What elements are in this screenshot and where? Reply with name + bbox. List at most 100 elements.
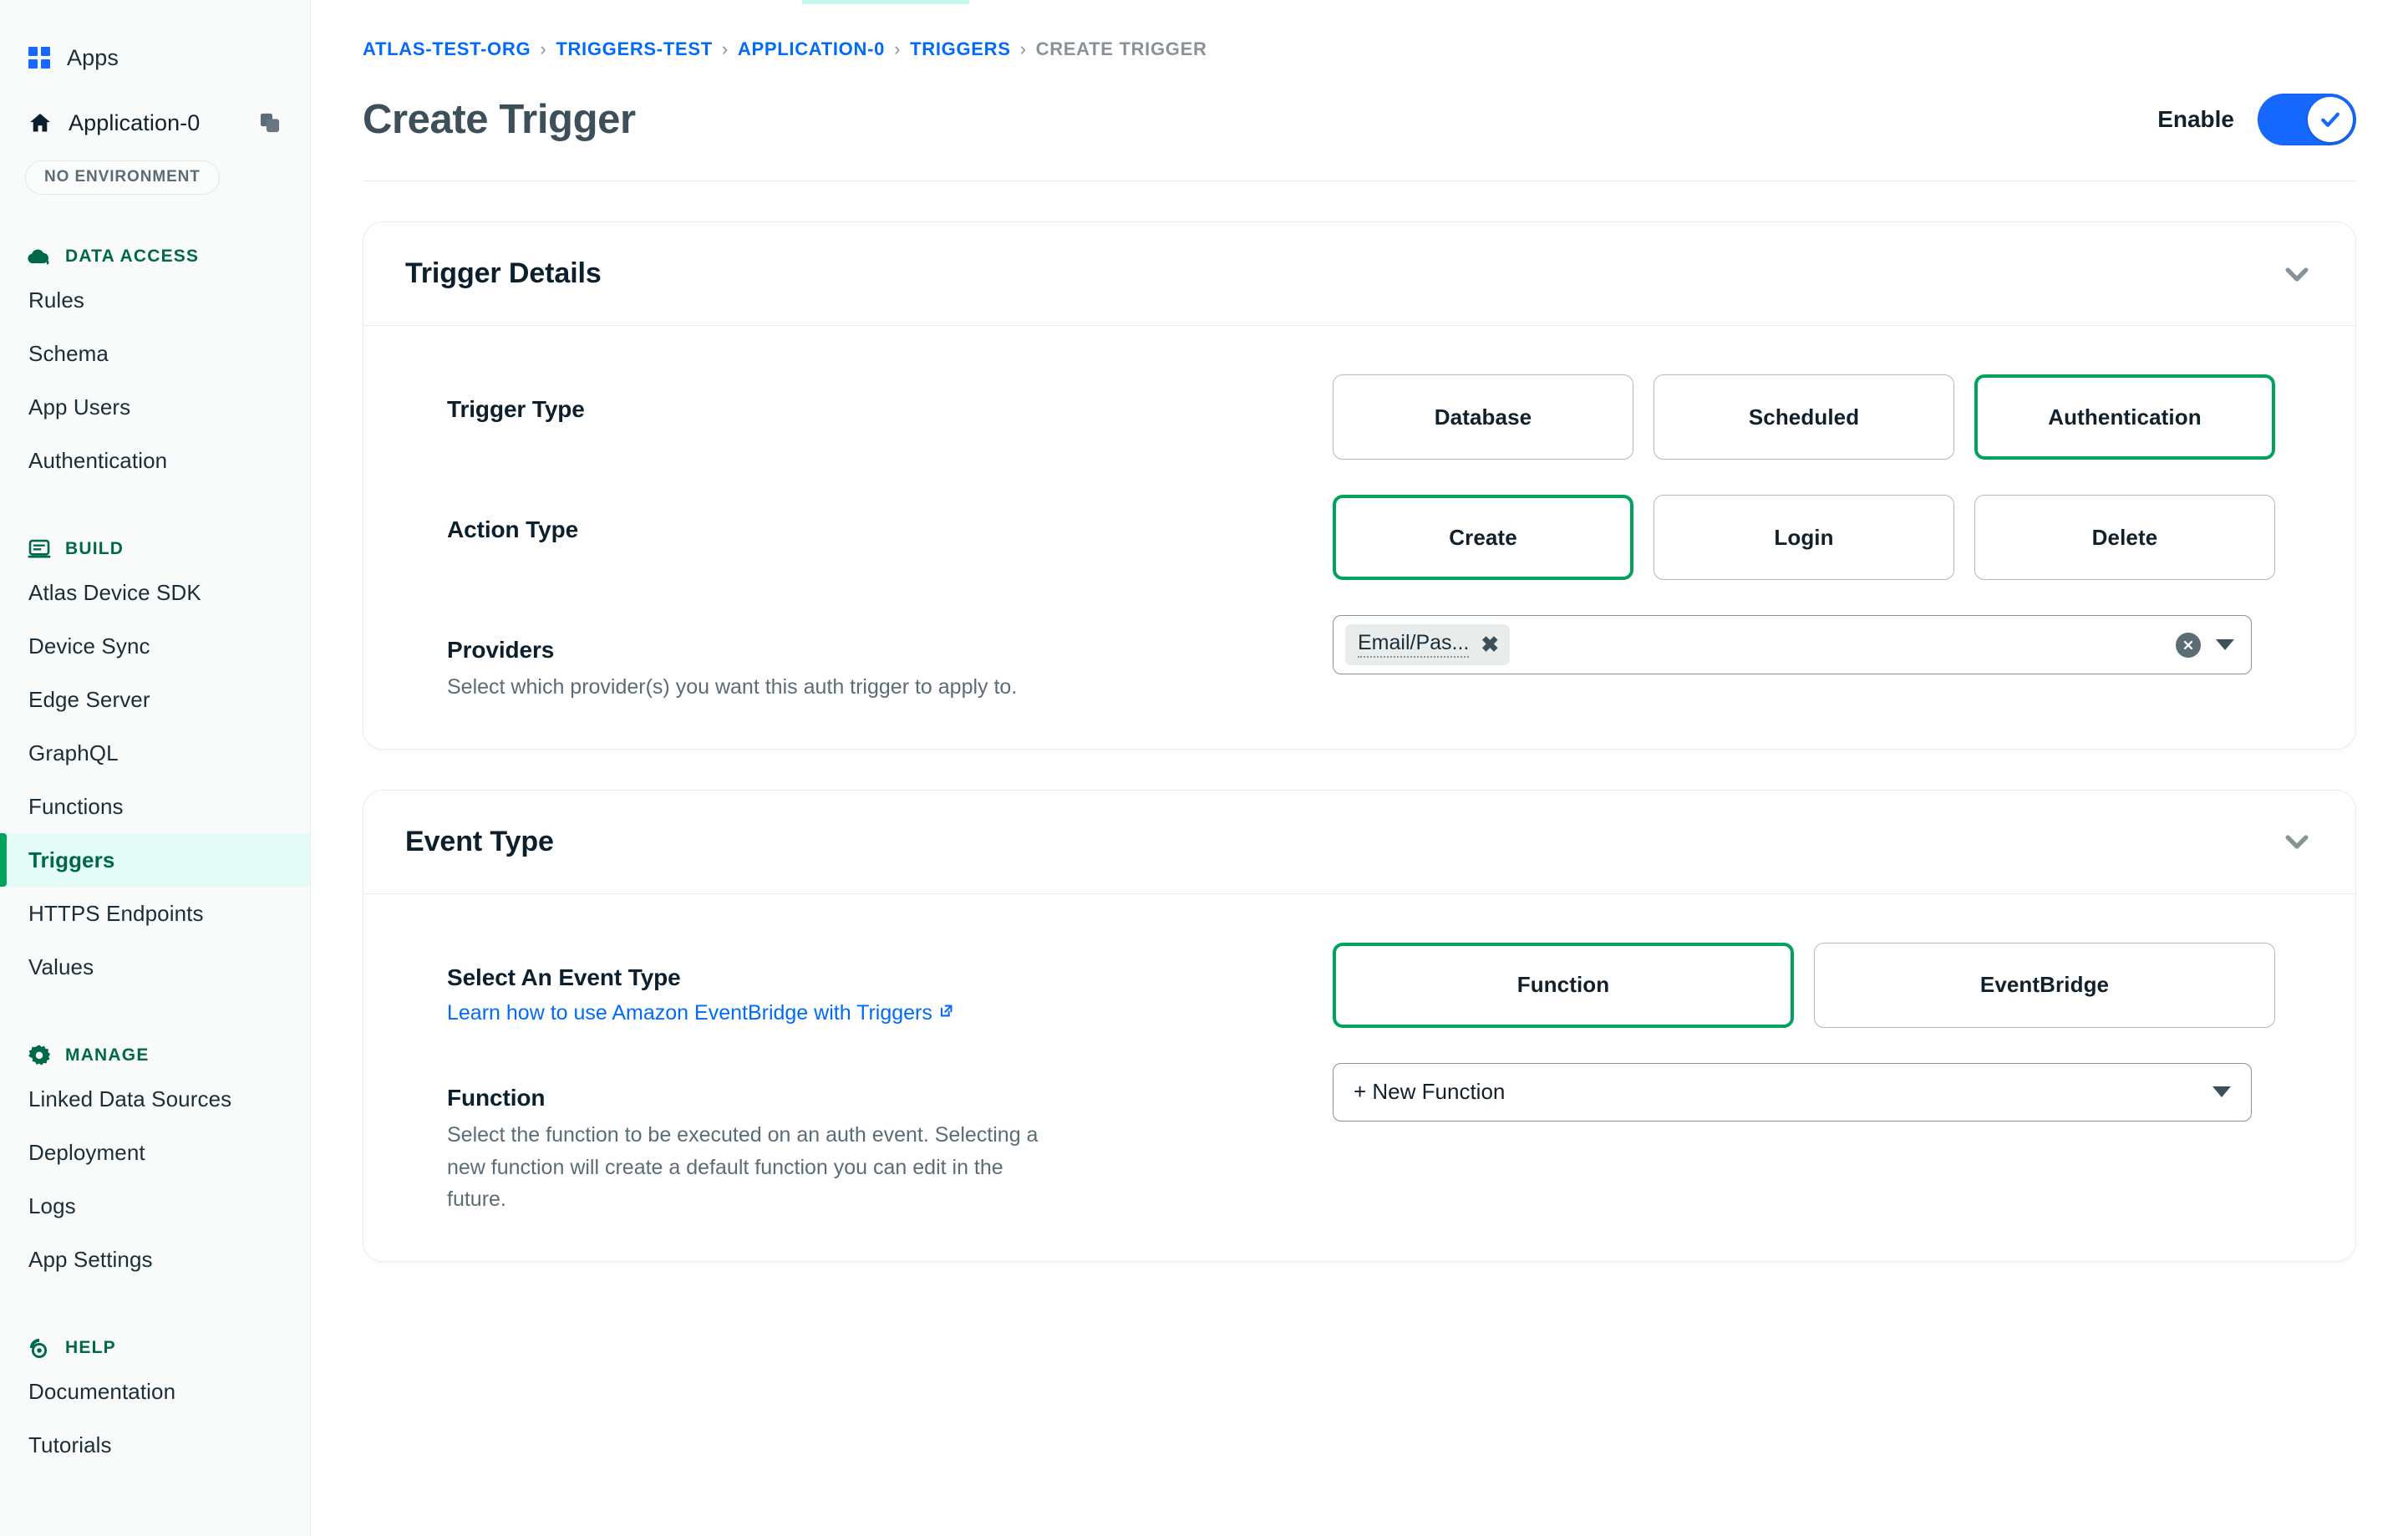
providers-multiselect[interactable]: Email/Pas... ✖: [1333, 615, 2252, 674]
sidebar-item-deployment[interactable]: Deployment: [0, 1126, 310, 1179]
close-icon[interactable]: ✖: [1481, 633, 1499, 655]
app-root: Apps Application-0 NO ENVIRONMENT DATA A…: [0, 0, 2408, 1536]
select-event-type-label-col: Select An Event Type Learn how to use Am…: [405, 943, 1333, 1025]
provider-chip-label: Email/Pas...: [1358, 631, 1470, 658]
sidebar-section-data-access: DATA ACCESS: [0, 240, 310, 273]
page-header: Create Trigger Enable: [363, 94, 2356, 181]
event-type-title: Event Type: [405, 825, 554, 857]
breadcrumb-item-triggers[interactable]: TRIGGERS: [910, 38, 1011, 60]
event-type-option-function[interactable]: Function: [1333, 942, 1794, 1028]
caret-down-icon[interactable]: [2212, 1086, 2231, 1098]
trigger-details-body: Trigger Type Database Scheduled Authenti…: [363, 326, 2355, 749]
sidebar-section-label: BUILD: [65, 539, 124, 558]
sidebar-item-rules[interactable]: Rules: [0, 273, 310, 327]
trigger-details-title: Trigger Details: [405, 257, 602, 289]
external-link-icon: [940, 1005, 953, 1017]
home-icon: [30, 114, 50, 132]
sidebar-apps-link[interactable]: Apps: [0, 37, 310, 79]
function-select[interactable]: + New Function: [1333, 1062, 2252, 1121]
sidebar-section-label: MANAGE: [65, 1045, 150, 1065]
providers-row: Providers Select which provider(s) you w…: [405, 580, 2314, 704]
providers-label-col: Providers Select which provider(s) you w…: [405, 615, 1333, 704]
function-label-col: Function Select the function to be execu…: [405, 1063, 1333, 1216]
trigger-type-label-col: Trigger Type: [405, 374, 1333, 423]
action-type-option-delete[interactable]: Delete: [1974, 495, 2275, 580]
sidebar-item-triggers[interactable]: Triggers: [0, 833, 310, 887]
clear-all-icon[interactable]: [2176, 632, 2201, 658]
sidebar-item-app-settings[interactable]: App Settings: [0, 1233, 310, 1286]
trigger-type-options: Database Scheduled Authentication: [1333, 374, 2314, 460]
page-title: Create Trigger: [363, 97, 636, 142]
trigger-type-option-database[interactable]: Database: [1333, 374, 1633, 460]
sidebar-app-row[interactable]: Application-0: [0, 102, 310, 144]
enable-toggle[interactable]: [2258, 94, 2356, 145]
provider-chip: Email/Pas... ✖: [1345, 624, 1511, 665]
event-type-option-eventbridge[interactable]: EventBridge: [1814, 942, 2275, 1028]
sidebar-item-functions[interactable]: Functions: [0, 780, 310, 833]
chevron-down-icon[interactable]: [2280, 257, 2314, 291]
sidebar-item-edge-server[interactable]: Edge Server: [0, 673, 310, 726]
laptop-icon: [28, 539, 51, 558]
copy-icon[interactable]: [258, 111, 282, 135]
breadcrumb-item-application[interactable]: APPLICATION-0: [738, 38, 885, 60]
sidebar-item-device-sync[interactable]: Device Sync: [0, 619, 310, 673]
event-type-body: Select An Event Type Learn how to use Am…: [363, 894, 2355, 1261]
cloud-icon: [28, 249, 49, 265]
event-type-card: Event Type Select An Event Type Learn ho…: [363, 789, 2356, 1262]
sidebar-item-atlas-device-sdk[interactable]: Atlas Device SDK: [0, 566, 310, 619]
gear-icon: [28, 1045, 51, 1066]
sidebar-item-tutorials[interactable]: Tutorials: [0, 1418, 310, 1472]
sidebar-section-build: BUILD: [0, 532, 310, 566]
check-icon: [2321, 112, 2339, 127]
sidebar-app-name: Application-0: [69, 109, 201, 135]
function-row: Function Select the function to be execu…: [405, 1028, 2314, 1216]
sidebar-item-https-endpoints[interactable]: HTTPS Endpoints: [0, 887, 310, 940]
action-type-options: Create Login Delete: [1333, 495, 2314, 580]
trigger-type-label: Trigger Type: [447, 396, 585, 422]
providers-control: Email/Pas... ✖: [1333, 615, 2314, 674]
sidebar-section-label: DATA ACCESS: [65, 247, 200, 266]
function-select-value: + New Function: [1354, 1079, 1506, 1105]
breadcrumb-separator: ›: [540, 38, 547, 59]
lifering-icon: [29, 1338, 48, 1359]
sidebar-item-schema[interactable]: Schema: [0, 327, 310, 380]
select-event-type-label: Select An Event Type: [447, 964, 681, 990]
function-label: Function: [447, 1084, 546, 1111]
breadcrumb-item-current: CREATE TRIGGER: [1035, 38, 1207, 59]
sidebar-item-values[interactable]: Values: [0, 940, 310, 994]
action-type-option-create[interactable]: Create: [1333, 495, 1633, 580]
action-type-option-login[interactable]: Login: [1654, 495, 1954, 580]
trigger-type-row: Trigger Type Database Scheduled Authenti…: [405, 339, 2314, 460]
trigger-type-option-scheduled[interactable]: Scheduled: [1654, 374, 1954, 460]
sidebar-section-help: HELP: [0, 1331, 310, 1365]
event-type-options: Function EventBridge: [1333, 942, 2314, 1028]
caret-down-icon[interactable]: [2216, 639, 2234, 650]
breadcrumb-item-org[interactable]: ATLAS-TEST-ORG: [363, 38, 531, 60]
sidebar-item-documentation[interactable]: Documentation: [0, 1365, 310, 1418]
sidebar-item-app-users[interactable]: App Users: [0, 380, 310, 434]
sidebar: Apps Application-0 NO ENVIRONMENT DATA A…: [0, 0, 311, 1536]
enable-control: Enable: [2157, 94, 2356, 145]
breadcrumb-separator: ›: [721, 38, 729, 59]
trigger-type-option-authentication[interactable]: Authentication: [1974, 374, 2275, 460]
sidebar-item-linked-data-sources[interactable]: Linked Data Sources: [0, 1072, 310, 1126]
event-type-header[interactable]: Event Type: [363, 791, 2355, 894]
function-description: Select the function to be executed on an…: [447, 1122, 1039, 1212]
apps-grid-icon: [28, 47, 50, 69]
action-type-label: Action Type: [447, 516, 579, 542]
function-control: + New Function: [1333, 1062, 2314, 1121]
providers-label: Providers: [447, 637, 555, 663]
sidebar-item-logs[interactable]: Logs: [0, 1179, 310, 1233]
enable-label: Enable: [2157, 106, 2234, 132]
providers-description: Select which provider(s) you want this a…: [447, 675, 1018, 699]
eventbridge-docs-link[interactable]: Learn how to use Amazon EventBridge with…: [447, 1001, 954, 1025]
sidebar-item-authentication[interactable]: Authentication: [0, 434, 310, 487]
breadcrumb-item-project[interactable]: TRIGGERS-TEST: [556, 38, 713, 60]
chevron-down-icon[interactable]: [2280, 825, 2314, 858]
environment-badge: NO ENVIRONMENT: [25, 160, 220, 195]
sidebar-section-manage: MANAGE: [0, 1039, 310, 1072]
trigger-details-header[interactable]: Trigger Details: [363, 222, 2355, 326]
action-type-row: Action Type Create Login Delete: [405, 460, 2314, 580]
page-load-progress-bar: [802, 0, 969, 4]
sidebar-item-graphql[interactable]: GraphQL: [0, 726, 310, 780]
